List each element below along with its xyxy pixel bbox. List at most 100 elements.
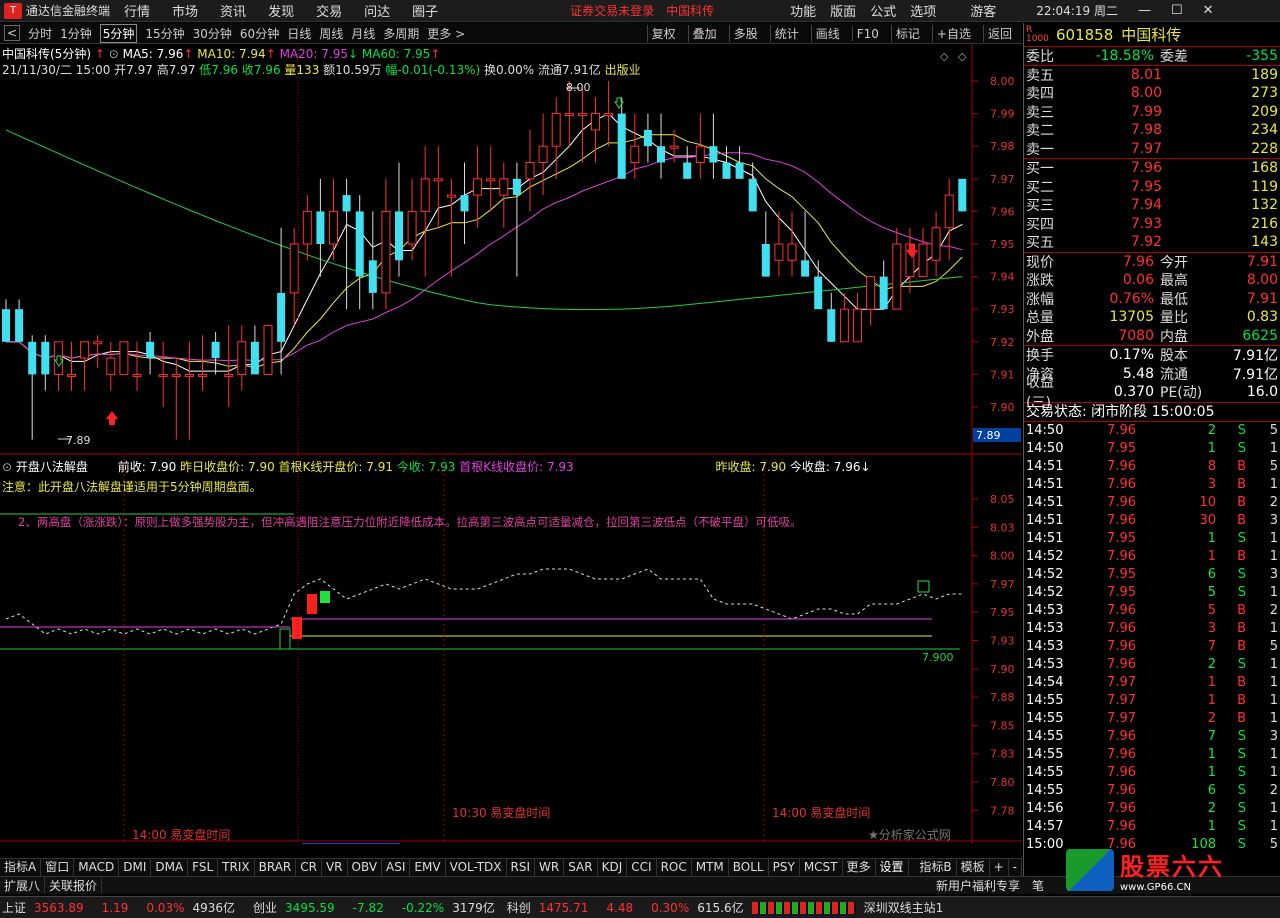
period-30min[interactable]: 30分钟 <box>193 25 232 42</box>
indicator-tab-22[interactable]: PSY <box>769 859 800 876</box>
candle-up <box>499 178 509 196</box>
period-more[interactable]: 更多 > <box>427 25 465 42</box>
maximize-icon[interactable]: ☐ <box>1171 3 1183 18</box>
period-week[interactable]: 周线 <box>319 25 343 42</box>
indicator-tab-8[interactable]: CR <box>296 859 322 876</box>
book-row[interactable]: 卖五 8.01 189 <box>1024 66 1280 85</box>
industry-badge[interactable]: 出版业 <box>605 63 641 77</box>
period-month[interactable]: 月线 <box>351 25 375 42</box>
menu-shichang[interactable]: 市场 <box>172 1 198 20</box>
period-day[interactable]: 日线 <box>287 25 311 42</box>
menu-quanzi[interactable]: 圈子 <box>412 1 438 20</box>
indicator-toggle-icon[interactable]: ⊙ <box>2 460 12 474</box>
menu-banmian[interactable]: 版面 <box>830 1 856 20</box>
book-row[interactable]: 卖一 7.97 228 <box>1024 140 1280 159</box>
book-row[interactable]: 买一 7.96 168 <box>1024 159 1280 178</box>
action-tongji[interactable]: 统计 <box>769 25 803 42</box>
minimize-icon[interactable]: — <box>1138 3 1151 18</box>
indicator-tab-4[interactable]: DMA <box>151 859 189 876</box>
action-biaoji[interactable]: 标记 <box>890 25 924 42</box>
login-warning[interactable]: 证券交易未登录 <box>570 2 654 19</box>
menu-zixun[interactable]: 资讯 <box>220 1 246 20</box>
indicator-tab-10[interactable]: OBV <box>348 859 383 876</box>
close-icon[interactable]: ✕ <box>1203 3 1214 18</box>
indicator-tab-19[interactable]: ROC <box>657 859 692 876</box>
indicator-tab-25[interactable]: 设置 <box>876 859 909 876</box>
period-fenshi[interactable]: 分时 <box>28 25 52 42</box>
indicator-tab-12[interactable]: EMV <box>410 859 446 876</box>
indicator-tab-5[interactable]: FSL <box>188 859 219 876</box>
bar-close: 收7.96 <box>241 63 281 77</box>
book-row[interactable]: 买三 7.94 132 <box>1024 196 1280 215</box>
menu-hangqing[interactable]: 行情 <box>124 1 150 20</box>
indicator-tab-20[interactable]: MTM <box>692 859 729 876</box>
indicator-tab-6[interactable]: TRIX <box>218 859 255 876</box>
kc-label[interactable]: 科创 <box>507 899 531 916</box>
prev-day-close: 昨日收盘价: 7.90 <box>180 460 275 474</box>
book-label: 买二 <box>1026 179 1054 196</box>
period-1min[interactable]: 1分钟 <box>60 25 92 42</box>
tab-ext8[interactable]: 扩展八 <box>0 877 46 894</box>
indicator-tab-21[interactable]: BOLL <box>729 859 769 876</box>
menu-jiaoyi[interactable]: 交易 <box>316 1 342 20</box>
kline-chart-area[interactable]: 8.00 7.99 7.98 7.97 7.96 7.95 7.94 7.93 7.92 7.91… <box>0 44 1022 844</box>
action-diejia[interactable]: 叠加 <box>687 25 721 42</box>
book-row[interactable]: 卖三 7.99 209 <box>1024 103 1280 122</box>
indicator-right-1[interactable]: 模板 <box>957 859 990 876</box>
back-icon[interactable]: < <box>4 25 21 41</box>
action-huaxian[interactable]: 画线 <box>810 25 844 42</box>
user-label[interactable]: 游客 <box>970 1 996 20</box>
tab-bi[interactable]: 笔 <box>1032 877 1044 894</box>
sh-label[interactable]: 上证 <box>2 899 26 916</box>
indicator-right-2[interactable]: + <box>990 859 1009 876</box>
indicator-tab-18[interactable]: CCI <box>627 859 657 876</box>
ma-toggle-icon[interactable]: ⊙ <box>109 47 119 61</box>
period-15min[interactable]: 15分钟 <box>145 25 184 42</box>
period-multi[interactable]: 多周期 <box>383 25 419 42</box>
chart-option-icon[interactable]: ◇ <box>940 50 949 63</box>
candle-up <box>918 243 928 278</box>
indicator-tab-15[interactable]: WR <box>535 859 565 876</box>
indicator-tab-11[interactable]: ASI <box>382 859 411 876</box>
menu-xuanxiang[interactable]: 选项 <box>910 1 936 20</box>
menu-wenda[interactable]: 问达 <box>364 1 390 20</box>
book-row[interactable]: 买五 7.92 143 <box>1024 233 1280 252</box>
action-fuquan[interactable]: 复权 <box>646 25 680 42</box>
action-f10[interactable]: F10 <box>851 26 883 41</box>
indicator-tab-0[interactable]: 指标A <box>0 859 42 876</box>
book-row[interactable]: 卖二 7.98 234 <box>1024 121 1280 140</box>
indicator-tab-24[interactable]: 更多 <box>843 859 876 876</box>
server-label[interactable]: 深圳双线主站1 <box>864 899 944 916</box>
book-row[interactable]: 卖四 8.00 273 <box>1024 84 1280 103</box>
period-60min[interactable]: 60分钟 <box>240 25 279 42</box>
indicator-tab-16[interactable]: SAR <box>564 859 598 876</box>
tick-list[interactable]: 14:50 7.96 2 S 5 14:50 7.95 1 S 1 14:51 7.96 8 B 5 14:5… <box>1024 422 1280 852</box>
indicator-tab-9[interactable]: VR <box>322 859 348 876</box>
action-back[interactable]: 返回 <box>982 25 1016 42</box>
cy-label[interactable]: 创业 <box>253 899 277 916</box>
indicator-tab-14[interactable]: RSI <box>507 859 536 876</box>
indicator-tab-1[interactable]: 窗口 <box>41 859 75 876</box>
indicator-tab-23[interactable]: MCST <box>800 859 843 876</box>
menu-gongneng[interactable]: 功能 <box>790 1 816 20</box>
cy-pct: -0.22% <box>401 900 445 915</box>
indicator-tab-17[interactable]: KDJ <box>598 859 628 876</box>
candle-down <box>827 309 836 342</box>
book-row[interactable]: 买四 7.93 216 <box>1024 215 1280 234</box>
new-user-benefit[interactable]: 新用户福利专享 <box>936 877 1020 894</box>
menu-faxian[interactable]: 发现 <box>268 1 294 20</box>
action-add-watch[interactable]: +自选 <box>931 25 975 42</box>
chart-option-icon[interactable]: ◇ <box>958 50 967 63</box>
indicator-tab-3[interactable]: DMI <box>119 859 152 876</box>
tab-related-quote[interactable]: 关联报价 <box>45 877 103 894</box>
indicator-tab-13[interactable]: VOL-TDX <box>446 859 507 876</box>
period-5min[interactable]: 5分钟 <box>99 23 138 43</box>
book-row[interactable]: 买二 7.95 119 <box>1024 178 1280 197</box>
action-duogu[interactable]: 多股 <box>728 25 762 42</box>
indicator-right-3[interactable]: - <box>1009 859 1022 876</box>
time-marker-label: 14:00 易变盘时间 <box>772 805 870 820</box>
indicator-tab-7[interactable]: BRAR <box>255 859 297 876</box>
indicator-right-0[interactable]: 指标B <box>915 859 957 876</box>
indicator-tab-2[interactable]: MACD <box>74 859 120 876</box>
menu-gongshi[interactable]: 公式 <box>870 1 896 20</box>
